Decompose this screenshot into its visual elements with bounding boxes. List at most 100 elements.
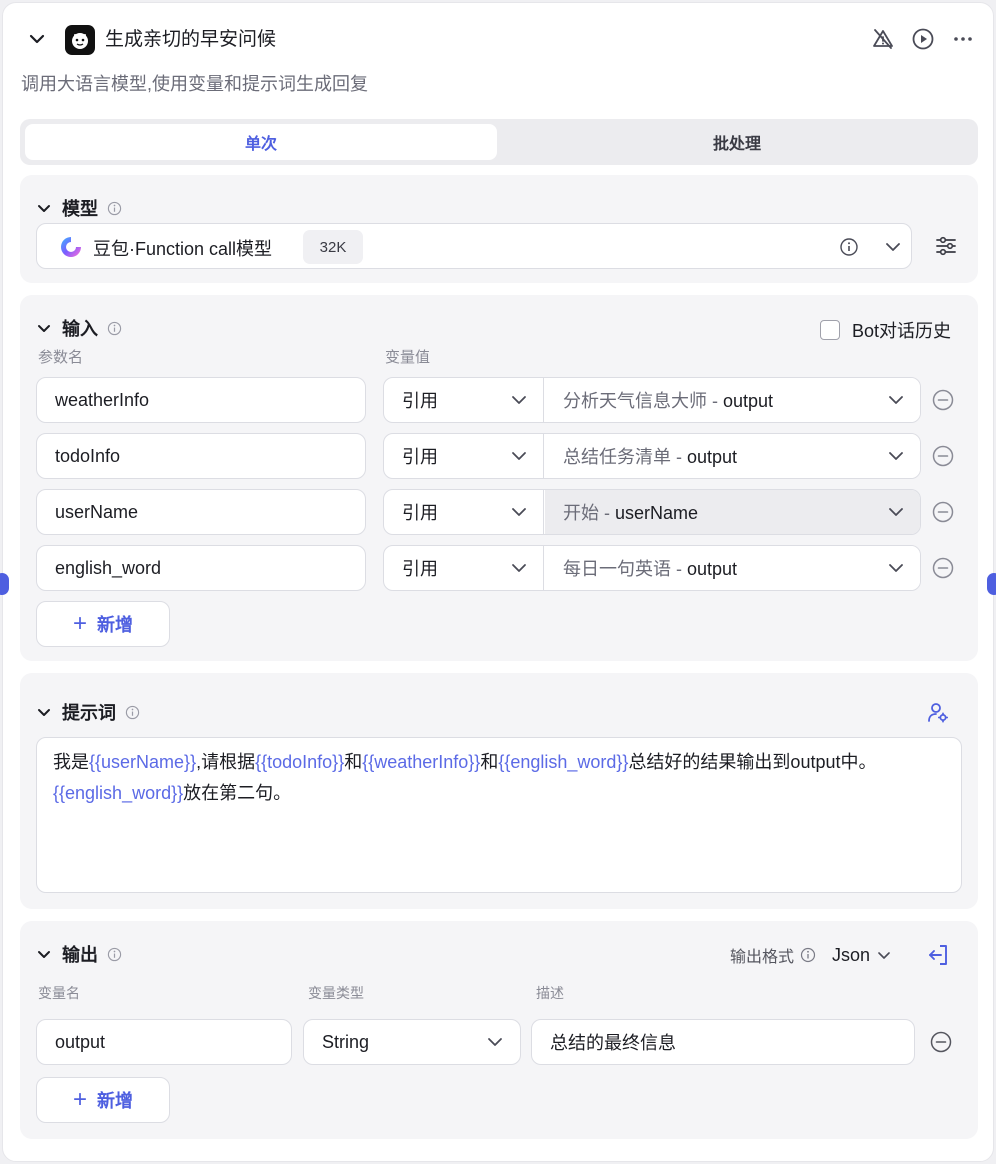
input-type-value: 引用 xyxy=(402,447,438,467)
model-info-icon[interactable] xyxy=(839,237,859,262)
tab-batch[interactable]: 批处理 xyxy=(501,124,973,160)
run-play-icon[interactable] xyxy=(909,25,937,53)
run-mode-tabs: 单次 批处理 xyxy=(20,119,978,165)
output-type-select[interactable]: String xyxy=(303,1019,521,1065)
output-section-title: 输出 xyxy=(62,945,98,965)
input-value-group: 引用 每日一句英语 - output xyxy=(383,545,921,591)
prompt-variable-token[interactable]: {{english_word}} xyxy=(498,752,628,772)
reference-field-name: userName xyxy=(615,503,699,523)
input-param-field[interactable]: userName xyxy=(36,489,366,535)
input-section-header[interactable]: 输入 xyxy=(36,315,122,341)
node-header: 生成亲切的早安问候 xyxy=(3,3,995,75)
model-name: 豆包·Function call模型 xyxy=(93,239,273,259)
input-port-handle[interactable] xyxy=(0,573,9,595)
output-format-value: Json xyxy=(832,944,871,965)
model-select[interactable]: 豆包·Function call模型 32K xyxy=(36,223,912,269)
model-settings-icon[interactable] xyxy=(934,234,958,263)
reference-separator: - xyxy=(707,391,723,411)
llm-node-card: 生成亲切的早安问候 调用大语言模型,使用变量和提示词生成回复 单次 批处理 模型… xyxy=(2,2,994,1162)
output-desc-field[interactable]: 总结的最终信息 xyxy=(531,1019,915,1065)
remove-input-icon[interactable] xyxy=(930,555,956,581)
input-value-group: 引用 开始 - userName xyxy=(383,489,921,535)
collapse-chevron-icon[interactable] xyxy=(25,27,49,51)
prompt-section: 提示词 我是{{userName}},请根据{{todoInfo}}和{{wea… xyxy=(20,673,978,909)
output-format-control: 输出格式 Json xyxy=(730,943,892,967)
warning-off-icon[interactable] xyxy=(869,25,897,53)
prompt-section-header[interactable]: 提示词 xyxy=(36,699,140,725)
chevron-down-icon xyxy=(887,447,905,465)
remove-output-icon[interactable] xyxy=(928,1029,954,1055)
info-icon[interactable] xyxy=(106,946,122,962)
remove-input-icon[interactable] xyxy=(930,387,956,413)
prompt-editor[interactable]: 我是{{userName}},请根据{{todoInfo}}和{{weather… xyxy=(36,737,962,893)
reference-separator: - xyxy=(671,559,687,579)
output-format-label: 输出格式 xyxy=(730,949,795,966)
input-param-field[interactable]: todoInfo xyxy=(36,433,366,479)
info-icon[interactable] xyxy=(106,320,122,336)
add-output-button[interactable]: + 新增 xyxy=(36,1077,170,1123)
context-length-badge: 32K xyxy=(303,230,363,264)
output-name-field[interactable]: output xyxy=(36,1019,292,1065)
input-type-value: 引用 xyxy=(402,559,438,579)
output-format-select[interactable]: Json xyxy=(832,945,892,966)
node-description: 调用大语言模型,使用变量和提示词生成回复 xyxy=(21,74,368,94)
output-section-header[interactable]: 输出 xyxy=(36,941,122,967)
tab-single[interactable]: 单次 xyxy=(25,124,497,160)
more-options-icon[interactable] xyxy=(949,25,977,53)
param-value-header: 变量值 xyxy=(385,349,431,366)
model-section: 模型 豆包·Function call模型 32K xyxy=(20,175,978,283)
info-icon[interactable] xyxy=(800,947,816,963)
prompt-text: 我是{{userName}},请根据{{todoInfo}}和{{weather… xyxy=(53,752,876,803)
section-chevron-icon[interactable] xyxy=(36,704,52,720)
prompt-text-segment: ,请根据 xyxy=(196,752,256,772)
section-chevron-icon[interactable] xyxy=(36,320,52,336)
node-logo-icon xyxy=(65,25,95,55)
prompt-text-segment: 和 xyxy=(480,752,499,772)
section-chevron-icon[interactable] xyxy=(36,200,52,216)
input-type-value: 引用 xyxy=(402,391,438,411)
bot-history-toggle[interactable]: Bot对话历史 xyxy=(820,317,951,343)
prompt-variable-token[interactable]: {{english_word}} xyxy=(53,783,183,803)
prompt-variable-token[interactable]: {{userName}} xyxy=(89,752,196,772)
output-port-handle[interactable] xyxy=(987,573,996,595)
info-icon[interactable] xyxy=(106,200,122,216)
output-section: 输出 输出格式 Json 变量名 变量类型 描述 output String 总… xyxy=(20,921,978,1139)
model-section-header[interactable]: 模型 xyxy=(36,195,122,221)
input-type-select[interactable]: 引用 xyxy=(384,434,544,478)
prompt-persona-settings-icon[interactable] xyxy=(926,700,950,729)
remove-input-icon[interactable] xyxy=(930,499,956,525)
input-reference-select[interactable]: 每日一句英语 - output xyxy=(545,546,920,590)
prompt-variable-token[interactable]: {{todoInfo}} xyxy=(255,752,344,772)
reference-node-name: 每日一句英语 xyxy=(563,559,671,579)
chevron-down-icon xyxy=(510,391,528,409)
input-value-group: 引用 总结任务清单 - output xyxy=(383,433,921,479)
output-type-value: String xyxy=(322,1031,370,1052)
prompt-variable-token[interactable]: {{weatherInfo}} xyxy=(362,752,480,772)
output-import-icon[interactable] xyxy=(926,943,950,972)
input-type-select[interactable]: 引用 xyxy=(384,490,544,534)
chevron-down-icon[interactable] xyxy=(883,237,903,262)
section-chevron-icon[interactable] xyxy=(36,946,52,962)
doubao-model-icon xyxy=(59,235,83,259)
remove-input-icon[interactable] xyxy=(930,443,956,469)
add-input-button[interactable]: + 新增 xyxy=(36,601,170,647)
input-param-field[interactable]: english_word xyxy=(36,545,366,591)
reference-field-name: output xyxy=(723,391,774,411)
input-type-select[interactable]: 引用 xyxy=(384,546,544,590)
input-type-select[interactable]: 引用 xyxy=(384,378,544,422)
node-title[interactable]: 生成亲切的早安问候 xyxy=(105,27,276,53)
input-reference-select[interactable]: 开始 - userName xyxy=(545,490,920,534)
bot-history-checkbox[interactable] xyxy=(820,320,840,340)
input-reference-value: 分析天气信息大师 - output xyxy=(545,387,773,413)
reference-field-name: output xyxy=(687,447,738,467)
add-output-label: 新增 xyxy=(97,1091,133,1111)
input-param-field[interactable]: weatherInfo xyxy=(36,377,366,423)
input-param-name: weatherInfo xyxy=(55,389,150,410)
chevron-down-icon xyxy=(510,503,528,521)
prompt-text-segment: 和 xyxy=(344,752,363,772)
info-icon[interactable] xyxy=(124,704,140,720)
input-reference-select[interactable]: 分析天气信息大师 - output xyxy=(545,378,920,422)
input-reference-value: 开始 - userName xyxy=(545,499,698,525)
input-param-name: todoInfo xyxy=(55,445,121,466)
input-reference-select[interactable]: 总结任务清单 - output xyxy=(545,434,920,478)
